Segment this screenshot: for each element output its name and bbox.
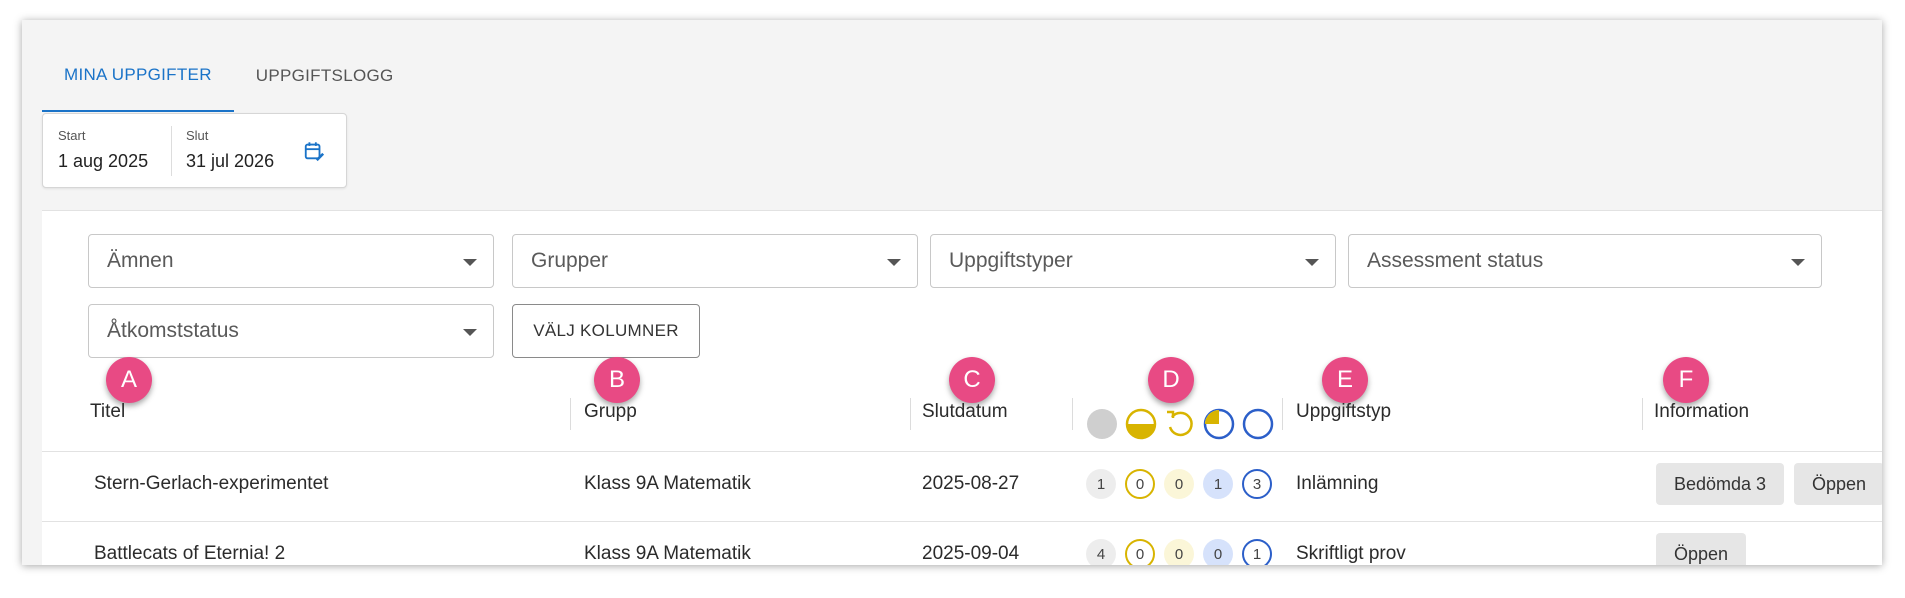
tasks-panel: Ämnen Grupper Uppgiftstyper Assessment s… (42, 210, 1882, 565)
column-task-type[interactable]: Uppgiftstyp (1296, 401, 1391, 423)
assessment-status-select[interactable]: Assessment status (1348, 234, 1822, 288)
choose-columns-button[interactable]: VÄLJ KOLUMNER (512, 304, 700, 358)
date-divider (171, 126, 172, 176)
count-returned: 0 (1164, 469, 1194, 499)
tab-task-log[interactable]: UPPGIFTSLOGG (234, 40, 416, 112)
count-returned: 0 (1164, 539, 1194, 565)
access-status-placeholder: Åtkomststatus (107, 319, 239, 342)
date-range-picker[interactable]: Start 1 aug 2025 Slut 31 jul 2026 (42, 113, 347, 188)
row-group: Klass 9A Matematik (584, 473, 751, 494)
column-divider (1642, 398, 1643, 430)
column-divider (570, 398, 571, 430)
task-types-placeholder: Uppgiftstyper (949, 249, 1073, 272)
column-divider (1072, 398, 1073, 430)
row-task-type: Inlämning (1296, 473, 1379, 494)
header-divider (42, 451, 1882, 452)
marker-a: A (106, 357, 152, 403)
column-group[interactable]: Grupp (584, 401, 637, 423)
chevron-down-icon (887, 259, 901, 266)
in-progress-icon (1203, 408, 1235, 440)
start-date[interactable]: Start 1 aug 2025 (58, 128, 148, 172)
count-in-progress: 1 (1203, 469, 1233, 499)
end-date-label: Slut (186, 128, 209, 143)
task-types-select[interactable]: Uppgiftstyper (930, 234, 1336, 288)
row-divider (42, 521, 1882, 522)
marker-d: D (1148, 357, 1194, 403)
count-open: 1 (1242, 539, 1272, 565)
column-divider (910, 398, 911, 430)
subjects-placeholder: Ämnen (107, 249, 174, 272)
column-due-date[interactable]: Slutdatum (922, 401, 1008, 423)
count-not-started: 1 (1086, 469, 1116, 499)
access-status-select[interactable]: Åtkomststatus (88, 304, 494, 358)
start-date-label: Start (58, 128, 86, 143)
row-due-date: 2025-09-04 (922, 543, 1020, 564)
not-started-icon (1087, 409, 1117, 439)
count-half-done: 0 (1125, 539, 1155, 565)
column-title[interactable]: Titel (90, 401, 125, 423)
calendar-edit-icon[interactable] (303, 140, 325, 162)
open-chip[interactable]: Öppen (1794, 463, 1882, 505)
row-due-date: 2025-08-27 (922, 473, 1020, 494)
end-date[interactable]: Slut 31 jul 2026 (186, 128, 274, 172)
row-task-type: Skriftligt prov (1296, 543, 1406, 564)
column-divider (1282, 398, 1283, 430)
count-in-progress: 0 (1203, 539, 1233, 565)
subjects-select[interactable]: Ämnen (88, 234, 494, 288)
open-circle-icon (1242, 408, 1274, 440)
row-group: Klass 9A Matematik (584, 543, 751, 564)
assessment-status-placeholder: Assessment status (1367, 249, 1544, 272)
row-title[interactable]: Battlecats of Eternia! 2 (94, 543, 285, 565)
open-chip[interactable]: Öppen (1656, 533, 1746, 565)
column-information[interactable]: Information (1654, 401, 1749, 423)
count-open: 3 (1242, 469, 1272, 499)
chevron-down-icon (463, 259, 477, 266)
end-date-value: 31 jul 2026 (186, 151, 275, 171)
chevron-down-icon (463, 329, 477, 336)
marker-b: B (594, 357, 640, 403)
tab-bar: MINA UPPGIFTER UPPGIFTSLOGG (42, 40, 416, 112)
chevron-down-icon (1305, 259, 1319, 266)
groups-select[interactable]: Grupper (512, 234, 918, 288)
returned-icon (1167, 410, 1193, 437)
count-half-done: 0 (1125, 469, 1155, 499)
start-date-value: 1 aug 2025 (58, 151, 149, 171)
tasks-page: MINA UPPGIFTER UPPGIFTSLOGG Start 1 aug … (22, 20, 1882, 565)
count-not-started: 4 (1086, 539, 1116, 565)
marker-f: F (1663, 357, 1709, 403)
tab-my-tasks[interactable]: MINA UPPGIFTER (42, 40, 234, 112)
half-done-icon (1125, 408, 1157, 440)
row-title[interactable]: Stern-Gerlach-experimentet (94, 473, 328, 495)
marker-e: E (1322, 357, 1368, 403)
groups-placeholder: Grupper (531, 249, 609, 272)
assessed-chip[interactable]: Bedömda 3 (1656, 463, 1784, 505)
marker-c: C (949, 357, 995, 403)
chevron-down-icon (1791, 259, 1805, 266)
